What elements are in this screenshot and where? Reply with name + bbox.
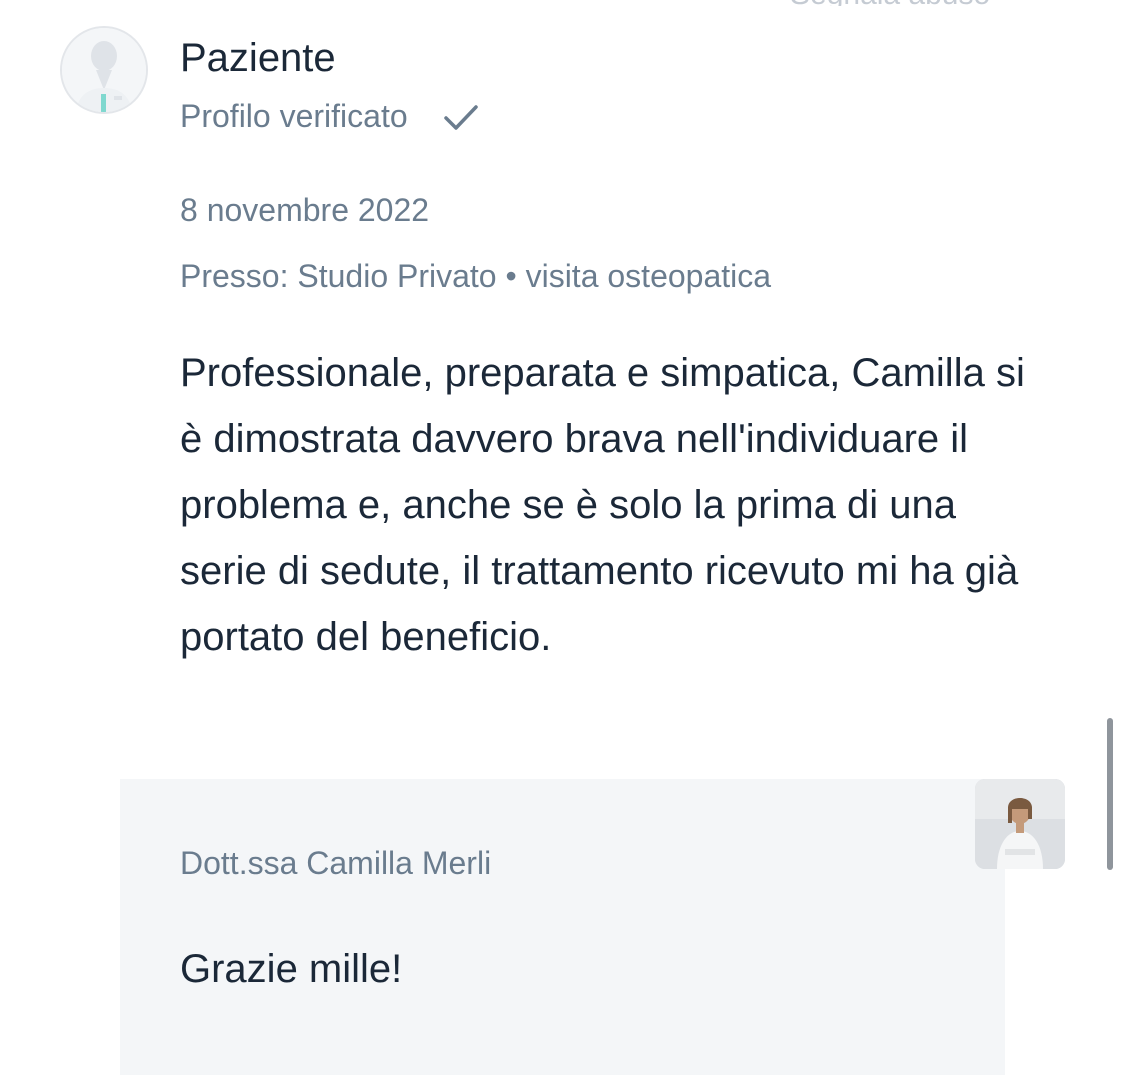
review-page: Segnala abuso Paziente Profilo verificat… <box>0 0 1125 1075</box>
reviewer-name: Paziente <box>180 36 336 80</box>
review-date: 8 novembre 2022 <box>180 192 430 228</box>
report-link-cutoff[interactable]: Segnala abuso <box>790 0 1025 6</box>
verified-profile: Profilo verificato <box>180 98 480 135</box>
doctor-reply: Dott.ssa Camilla Merli Grazie mille! <box>120 779 1005 1075</box>
doctor-photo[interactable] <box>975 779 1065 869</box>
checkmark-icon <box>442 101 480 133</box>
scrollbar[interactable] <box>1107 718 1113 870</box>
review-location: Presso: Studio Privato • visita osteopat… <box>180 258 772 294</box>
verified-label: Profilo verificato <box>180 98 408 134</box>
patient-avatar-icon <box>60 26 148 114</box>
reply-author: Dott.ssa Camilla Merli <box>180 845 492 881</box>
review-text: Professionale, preparata e simpatica, Ca… <box>180 351 1025 659</box>
reply-text: Grazie mille! <box>180 947 403 991</box>
